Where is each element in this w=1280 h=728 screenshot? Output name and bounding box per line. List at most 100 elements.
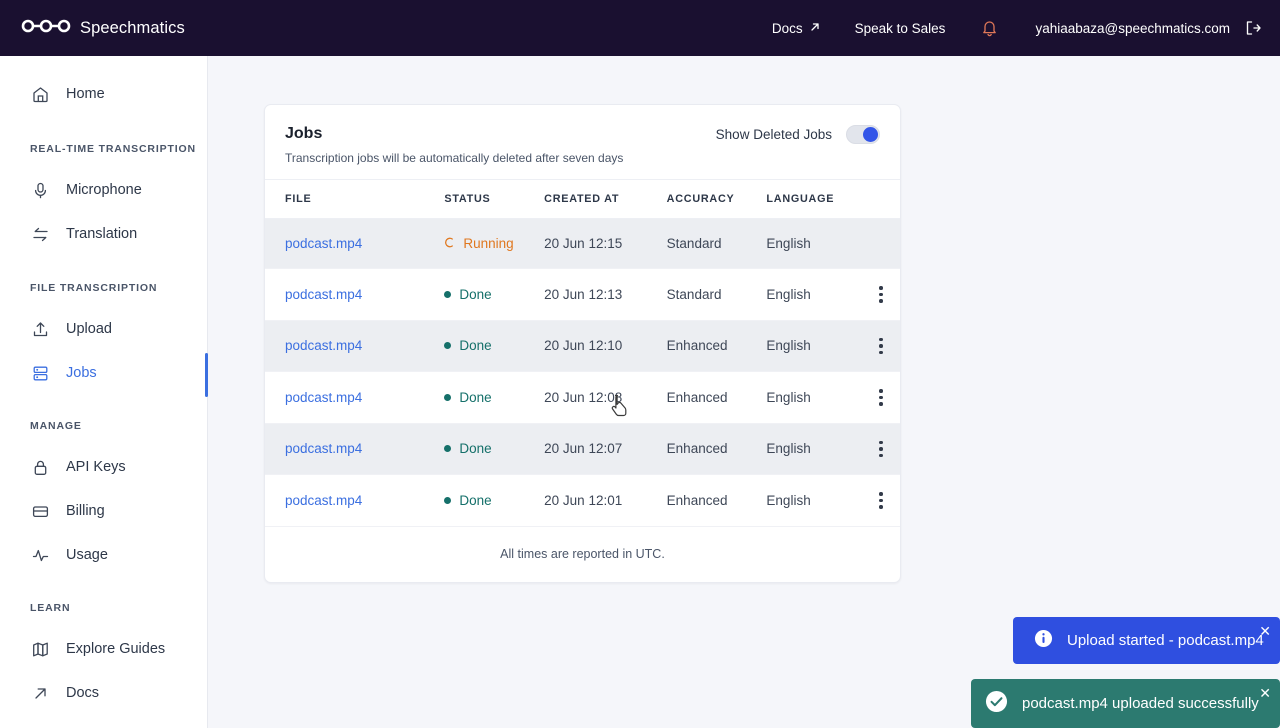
status-label: Done [459, 389, 492, 405]
status-badge: Done [444, 493, 544, 508]
column-header-language: LANGUAGE [766, 179, 863, 219]
external-link-arrow-icon [30, 683, 50, 703]
sidebar-item-home[interactable]: Home [0, 72, 207, 116]
row-menu-icon[interactable] [862, 389, 900, 406]
sidebar-item-label: Billing [66, 503, 105, 519]
brand-name: Speechmatics [80, 18, 185, 37]
jobs-table: FILE STATUS CREATED AT ACCURACY LANGUAGE… [265, 179, 900, 527]
cell-language: English [766, 320, 863, 372]
cell-created-at: 20 Jun 12:13 [544, 268, 667, 321]
row-menu-icon[interactable] [862, 286, 900, 303]
table-row[interactable]: podcast.mp4 Done 20 Jun 12:01 Enhanced E… [265, 474, 900, 527]
user-email[interactable]: yahiaabaza@speechmatics.com [1035, 21, 1230, 36]
cell-accuracy: Enhanced [666, 371, 767, 424]
sidebar-group-manage-label: MANAGE [30, 420, 82, 432]
sidebar-item-label: Jobs [66, 365, 97, 381]
info-circle-icon [1034, 629, 1053, 653]
check-circle-icon [985, 690, 1008, 718]
top-navigation: Docs Speak to Sales yahiaabaza@speechmat… [772, 19, 1280, 37]
speechmatics-logo-icon [21, 19, 71, 38]
translation-arrows-icon [30, 224, 50, 244]
cell-created-at: 20 Jun 12:10 [544, 320, 667, 372]
jobs-icon [30, 363, 50, 383]
notification-bell-icon[interactable] [981, 19, 998, 37]
toast-upload-started[interactable]: Upload started - podcast.mp4 ✕ [1013, 617, 1280, 664]
sidebar-group-file-label: FILE TRANSCRIPTION [30, 282, 158, 294]
cell-language: English [766, 371, 863, 424]
file-link[interactable]: podcast.mp4 [285, 441, 362, 456]
sidebar-item-microphone[interactable]: Microphone [0, 168, 207, 212]
row-menu-icon[interactable] [862, 440, 900, 457]
status-label: Done [459, 492, 492, 508]
cell-actions [862, 320, 900, 372]
sidebar-group-learn-label: LEARN [30, 602, 71, 614]
status-dot-icon [444, 342, 452, 350]
cell-actions [862, 474, 900, 527]
nav-speak-to-sales-link[interactable]: Speak to Sales [855, 21, 946, 36]
nav-docs-link[interactable]: Docs [772, 21, 821, 36]
toast-message: Upload started - podcast.mp4 [1067, 632, 1264, 649]
status-label: Done [459, 441, 492, 457]
close-icon[interactable]: ✕ [1259, 624, 1271, 638]
cell-file: podcast.mp4 [265, 371, 445, 424]
sidebar-item-label: Docs [66, 685, 100, 701]
sidebar-item-label: Upload [66, 321, 112, 337]
file-link[interactable]: podcast.mp4 [285, 287, 362, 302]
status-badge: Done [444, 441, 544, 456]
cell-status: Done [444, 474, 545, 527]
sidebar-item-docs[interactable]: Docs [0, 671, 207, 715]
table-row[interactable]: podcast.mp4 Running 20 Jun 12:15 Standar… [265, 218, 900, 269]
credit-card-icon [30, 501, 50, 521]
sidebar-group-realtime-label: REAL-TIME TRANSCRIPTION [30, 143, 196, 155]
status-dot-icon [444, 393, 452, 401]
table-row[interactable]: podcast.mp4 Done 20 Jun 12:07 Enhanced E… [265, 423, 900, 475]
cell-status: Done [444, 320, 545, 372]
jobs-card-subtitle: Transcription jobs will be automatically… [285, 151, 624, 165]
cell-file: podcast.mp4 [265, 474, 445, 527]
table-row[interactable]: podcast.mp4 Done 20 Jun 12:13 Standard E… [265, 268, 900, 321]
file-link[interactable]: podcast.mp4 [285, 493, 362, 508]
file-link[interactable]: podcast.mp4 [285, 338, 362, 353]
file-link[interactable]: podcast.mp4 [285, 390, 362, 405]
column-header-actions [862, 179, 900, 219]
sidebar-item-translation[interactable]: Translation [0, 212, 207, 256]
close-icon[interactable]: ✕ [1259, 686, 1271, 700]
file-link[interactable]: podcast.mp4 [285, 236, 362, 251]
table-row[interactable]: podcast.mp4 Done 20 Jun 12:08 Enhanced E… [265, 371, 900, 424]
cell-actions [862, 218, 900, 269]
top-header-bar: Speechmatics Docs Speak to Sales yahiaab… [0, 0, 1280, 56]
table-row[interactable]: podcast.mp4 Done 20 Jun 12:10 Enhanced E… [265, 320, 900, 372]
show-deleted-jobs-toggle[interactable] [846, 125, 880, 144]
cell-file: podcast.mp4 [265, 423, 445, 475]
column-header-accuracy: ACCURACY [666, 179, 767, 219]
cell-status: Done [444, 423, 545, 475]
nav-sales-label: Speak to Sales [854, 20, 946, 36]
sidebar-item-usage[interactable]: Usage [0, 533, 207, 577]
sidebar: Home REAL-TIME TRANSCRIPTION Microphone … [0, 56, 208, 728]
nav-docs-label: Docs [771, 20, 803, 36]
status-label: Running [463, 236, 514, 251]
cell-accuracy: Standard [666, 218, 767, 269]
cell-status: Running [444, 218, 545, 269]
column-header-created-at: CREATED AT [544, 179, 667, 219]
logout-icon[interactable] [1244, 19, 1262, 37]
sidebar-item-billing[interactable]: Billing [0, 489, 207, 533]
sidebar-item-explore-guides[interactable]: Explore Guides [0, 627, 207, 671]
show-deleted-jobs-control[interactable]: Show Deleted Jobs [716, 125, 880, 144]
sidebar-item-label: Translation [66, 226, 138, 242]
sidebar-item-upload[interactable]: Upload [0, 307, 207, 351]
status-label: Done [459, 338, 492, 354]
cell-created-at: 20 Jun 12:15 [544, 218, 667, 269]
toast-upload-success[interactable]: podcast.mp4 uploaded successfully ✕ [971, 679, 1280, 728]
cell-actions [862, 423, 900, 475]
sidebar-item-label: Home [66, 86, 105, 102]
row-menu-icon[interactable] [862, 337, 900, 354]
external-link-arrow-icon [809, 21, 821, 36]
row-menu-icon[interactable] [862, 492, 900, 509]
sidebar-item-jobs[interactable]: Jobs [0, 351, 208, 397]
sidebar-item-api-keys[interactable]: API Keys [0, 445, 207, 489]
toast-message: podcast.mp4 uploaded successfully [1022, 695, 1259, 712]
activity-pulse-icon [30, 545, 50, 565]
jobs-card-header: Jobs Transcription jobs will be automati… [265, 105, 900, 179]
brand-logo[interactable]: Speechmatics [21, 19, 185, 38]
